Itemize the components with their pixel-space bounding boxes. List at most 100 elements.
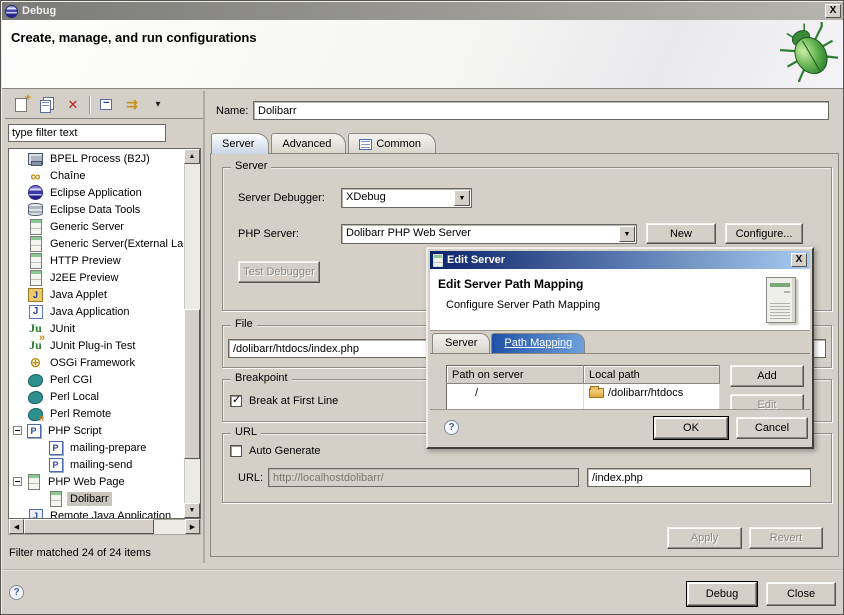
tree-item-dolibarr[interactable]: Dolibarr (9, 490, 184, 507)
revert-button[interactable]: Revert (749, 527, 823, 549)
filter-input[interactable] (8, 124, 166, 142)
url-label: URL: (238, 472, 263, 484)
server-icon (28, 219, 43, 234)
dialog-help-icon[interactable]: ? (444, 420, 459, 435)
name-input[interactable] (253, 101, 829, 120)
tree-item-eclipse-data-tools[interactable]: Eclipse Data Tools (9, 201, 184, 218)
tree-item-bpel-process-b2j-[interactable]: BPEL Process (B2J) (9, 150, 184, 167)
test-debugger-button[interactable]: Test Debugger (238, 261, 320, 283)
auto-generate-label: Auto Generate (249, 445, 321, 457)
server-debugger-combo[interactable]: XDebug ▼ (341, 188, 472, 208)
cancel-button[interactable]: Cancel (736, 417, 808, 439)
php-server-combo[interactable]: Dolibarr PHP Web Server ▼ (341, 224, 637, 244)
bug-icon (780, 22, 838, 85)
tree-item-java-application[interactable]: Java Application (9, 303, 184, 320)
server-path-cell: / (447, 384, 584, 402)
tree-item-java-applet[interactable]: Java Applet (9, 286, 184, 303)
collapse-minus-icon[interactable] (13, 477, 22, 486)
server-php-icon (26, 474, 41, 489)
scroll-right-icon[interactable]: ▶ (185, 519, 200, 534)
url-group-legend: URL (231, 426, 261, 438)
break-first-line-label: Break at First Line (249, 395, 338, 407)
php-icon (26, 423, 41, 438)
combo-dropdown-icon[interactable]: ▼ (454, 190, 470, 206)
apply-button[interactable]: Apply (667, 527, 742, 549)
tree-item-eclipse-application[interactable]: Eclipse Application (9, 184, 184, 201)
tree-item-perl-cgi[interactable]: Perl CGI (9, 371, 184, 388)
auto-generate-checkbox[interactable] (230, 445, 242, 457)
php-icon (48, 457, 63, 472)
tree-horizontal-scrollbar[interactable]: ◀ ▶ (8, 519, 201, 535)
tab-server[interactable]: Server (211, 133, 269, 154)
vertical-scroll-thumb[interactable] (184, 309, 200, 459)
tree-item-mailing-send[interactable]: mailing-send (9, 456, 184, 473)
tree-item-label: Chaîne (47, 169, 88, 183)
url-base-input[interactable] (268, 468, 579, 487)
chain-icon (28, 168, 43, 183)
java-applet-icon (28, 287, 43, 302)
edit-server-dialog: Edit Server X Edit Server Path Mapping C… (426, 247, 814, 449)
edit-server-close-button[interactable]: X (791, 253, 807, 267)
tree-item-label: Java Applet (47, 288, 110, 302)
scroll-up-icon[interactable]: ▲ (184, 149, 200, 164)
tree-item-label: Dolibarr (67, 492, 112, 506)
tree-item-remote-java-application[interactable]: Remote Java Application (9, 507, 184, 518)
edit-server-header: Edit Server Path Mapping Configure Serve… (430, 269, 810, 331)
server-group-legend: Server (231, 160, 271, 172)
configurations-panel: BPEL Process (B2J) ChaîneEclipse Applicat… (5, 91, 205, 563)
dialog-tab-path-mapping[interactable]: Path Mapping (491, 333, 585, 353)
tree-item-label: Generic Server(External La (47, 237, 184, 251)
collapse-all-icon[interactable] (96, 95, 116, 115)
file-group-legend: File (231, 318, 257, 330)
close-button[interactable]: Close (766, 582, 836, 606)
add-mapping-button[interactable]: Add (730, 365, 804, 387)
path-mapping-row[interactable]: //dolibarr/htdocs (447, 384, 720, 402)
column-header-path-on-server[interactable]: Path on server (447, 366, 584, 384)
tree-item-generic-server-external-la[interactable]: Generic Server(External La (9, 235, 184, 252)
tree-item-php-script[interactable]: PHP Script (9, 422, 184, 439)
tree-item-osgi-framework[interactable]: OSGi Framework (9, 354, 184, 371)
combo-dropdown-icon[interactable]: ▼ (619, 226, 635, 242)
help-icon[interactable]: ? (9, 585, 24, 600)
column-header-local-path[interactable]: Local path (584, 366, 720, 384)
tree-item-mailing-prepare[interactable]: mailing-prepare (9, 439, 184, 456)
configure-button[interactable]: Configure... (725, 223, 803, 244)
scroll-left-icon[interactable]: ◀ (9, 519, 24, 534)
url-path-input[interactable] (587, 468, 811, 487)
debug-button[interactable]: Debug (687, 582, 757, 606)
tree-item-generic-server[interactable]: Generic Server (9, 218, 184, 235)
duplicate-config-icon[interactable] (37, 95, 57, 115)
scroll-down-icon[interactable]: ▼ (184, 503, 200, 518)
tree-item-junit-plug-in-test[interactable]: JUnit Plug-in Test (9, 337, 184, 354)
tree-item-label: Java Application (47, 305, 133, 319)
tree-item-label: JUnit (47, 322, 78, 336)
new-config-icon[interactable] (11, 95, 31, 115)
new-server-button[interactable]: New (646, 223, 716, 244)
tree-item-junit[interactable]: JUnit (9, 320, 184, 337)
tab-common[interactable]: Common (348, 133, 436, 154)
tree-vertical-scrollbar[interactable]: ▲ ▼ (184, 149, 200, 518)
filter-icon[interactable] (122, 95, 142, 115)
window-titlebar: Debug X (2, 2, 844, 20)
tab-advanced[interactable]: Advanced (271, 133, 346, 154)
window-close-button[interactable]: X (825, 4, 841, 18)
tree-item-php-web-page[interactable]: PHP Web Page (9, 473, 184, 490)
tree-item-perl-local[interactable]: Perl Local (9, 388, 184, 405)
folder-icon (589, 388, 604, 398)
tree-item-j2ee-preview[interactable]: J2EE Preview (9, 269, 184, 286)
tree-item-cha-ne[interactable]: Chaîne (9, 167, 184, 184)
break-first-line-checkbox[interactable] (230, 395, 242, 407)
perl-icon (28, 389, 43, 404)
menu-dropdown-icon[interactable] (148, 95, 168, 115)
ok-button[interactable]: OK (654, 417, 728, 439)
perl-icon (28, 372, 43, 387)
dialog-button-bar: ? OK Cancel (430, 409, 810, 445)
tree-item-label: BPEL Process (B2J) (47, 152, 153, 166)
configurations-toolbar (5, 91, 203, 119)
tree-item-perl-remote[interactable]: Perl Remote (9, 405, 184, 422)
collapse-minus-icon[interactable] (13, 426, 22, 435)
tree-item-http-preview[interactable]: HTTP Preview (9, 252, 184, 269)
dialog-tab-server[interactable]: Server (432, 333, 490, 353)
delete-config-icon[interactable] (63, 95, 83, 115)
horizontal-scroll-thumb[interactable] (24, 519, 154, 534)
